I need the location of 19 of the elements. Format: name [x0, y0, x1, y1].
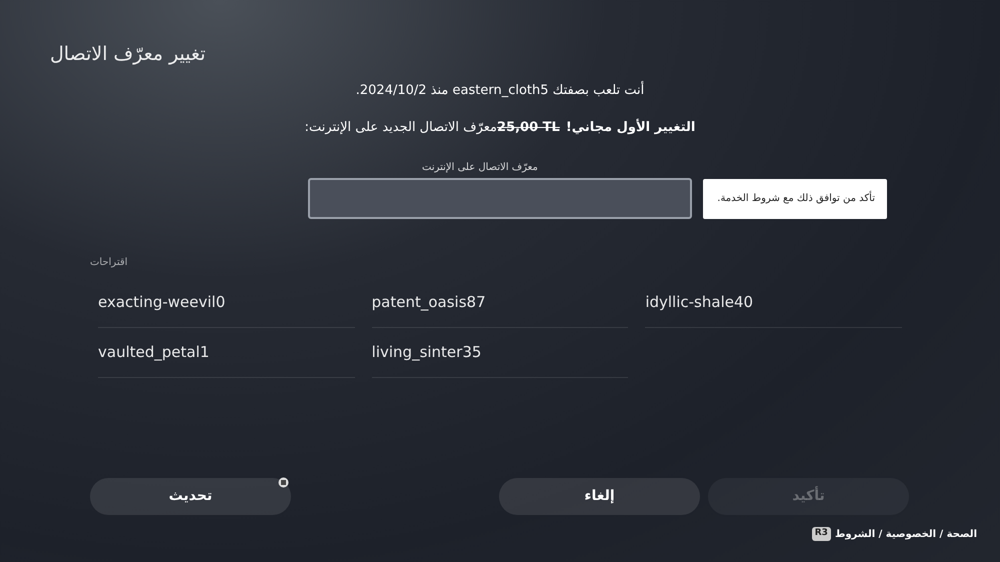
- cancel-button[interactable]: إلغاء: [499, 478, 700, 514]
- online-id-field[interactable]: [308, 178, 692, 218]
- old-price: 25,00 TL: [497, 119, 560, 137]
- suggestion-item[interactable]: patent_oasis87: [372, 278, 628, 328]
- new-id-prompt: معرّف الاتصال الجديد على الإنترنت:: [304, 119, 498, 137]
- free-change-note: التغيير الأول مجاني!: [566, 118, 696, 137]
- tooltip: تأكد من توافق ذلك مع شروط الخدمة.: [703, 178, 887, 218]
- page-title: تغيير معرّف الاتصال: [50, 42, 206, 67]
- suggestion-item[interactable]: exacting-weevil0: [98, 278, 355, 328]
- r3-key: R3: [812, 527, 831, 541]
- field-label: معرّف الاتصال على الإنترنت: [422, 160, 538, 174]
- suggestion-item[interactable]: living_sinter35: [372, 328, 628, 378]
- suggestions-label: اقتراحات: [90, 256, 128, 270]
- footer-links[interactable]: الصحة / الخصوصية / الشروط: [834, 526, 977, 542]
- suggestion-item[interactable]: idyllic-shale40: [645, 278, 902, 328]
- square-button-icon: [278, 476, 289, 488]
- playing-as-text: أنت تلعب بصفتك eastern_cloth5 منذ 2024/10/2.: [356, 80, 644, 100]
- suggestion-item[interactable]: vaulted_petal1: [98, 328, 355, 378]
- refresh-button[interactable]: تحديث: [90, 478, 291, 514]
